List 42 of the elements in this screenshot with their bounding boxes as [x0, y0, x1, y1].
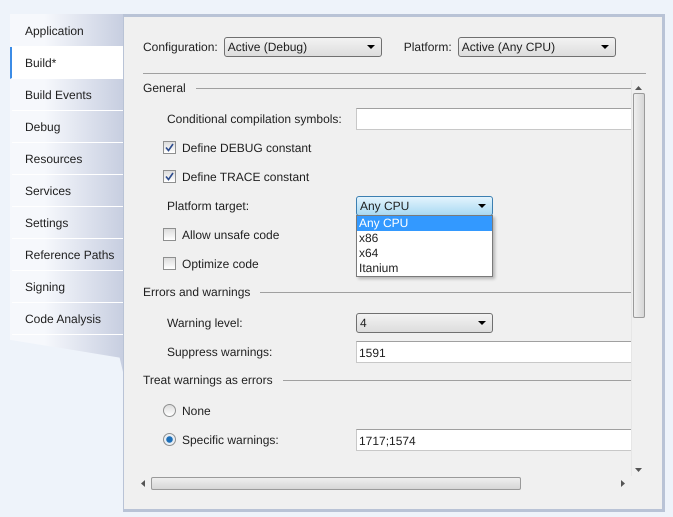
scrollbar-thumb[interactable] [632, 93, 644, 318]
checkbox-label: Define TRACE constant [182, 170, 310, 184]
down-arrow-icon [635, 468, 642, 472]
field-label: Platform target: [167, 198, 250, 212]
radio-button[interactable] [163, 433, 176, 446]
input-field[interactable]: 1591 [356, 340, 631, 362]
platform-dropdown[interactable]: Active (Any CPU) [458, 37, 616, 57]
field-label: Conditional compilation symbols: [167, 112, 343, 126]
scrollbar-thumb[interactable] [151, 477, 521, 490]
dropdown[interactable]: Any CPU [356, 196, 493, 216]
checkbox[interactable] [163, 228, 176, 241]
checkbox-label: Define DEBUG constant [182, 140, 312, 154]
sidebar-tab[interactable]: Build* [10, 47, 123, 79]
up-arrow-icon [635, 86, 642, 90]
right-arrow-icon [621, 480, 625, 487]
field-label: Suppress warnings: [167, 344, 274, 358]
checkbox[interactable] [163, 257, 176, 270]
field-label: Warning level: [167, 316, 244, 330]
input-field[interactable] [356, 108, 631, 130]
caret-icon [366, 45, 375, 49]
caret-icon [478, 320, 486, 324]
checkbox[interactable] [163, 141, 176, 154]
configuration-dropdown[interactable]: Active (Debug) [224, 37, 382, 57]
checkbox[interactable] [163, 170, 176, 183]
dropdown-option[interactable]: x64 [357, 246, 492, 260]
dropdown-option[interactable]: x86 [357, 230, 492, 246]
caret-icon [478, 204, 486, 208]
dropdown[interactable]: 4 [356, 312, 493, 332]
checkbox-label: Optimize code [182, 256, 259, 270]
section-header: General [143, 81, 186, 95]
input-field[interactable]: 1717;1574 [356, 428, 631, 450]
dropdown-option[interactable]: Itanium [357, 260, 492, 276]
section-header: Errors and warnings [143, 285, 250, 299]
caret-icon [600, 45, 609, 49]
left-arrow-icon [141, 480, 145, 487]
radio-button[interactable] [163, 404, 176, 417]
configuration-label: Configuration: [143, 40, 218, 54]
platform-label: Platform: [404, 40, 452, 54]
radio-label: None [182, 404, 212, 418]
radio-label: Specific warnings: [182, 432, 280, 446]
checkbox-label: Allow unsafe code [182, 228, 280, 242]
section-header: Treat warnings as errors [143, 373, 273, 387]
